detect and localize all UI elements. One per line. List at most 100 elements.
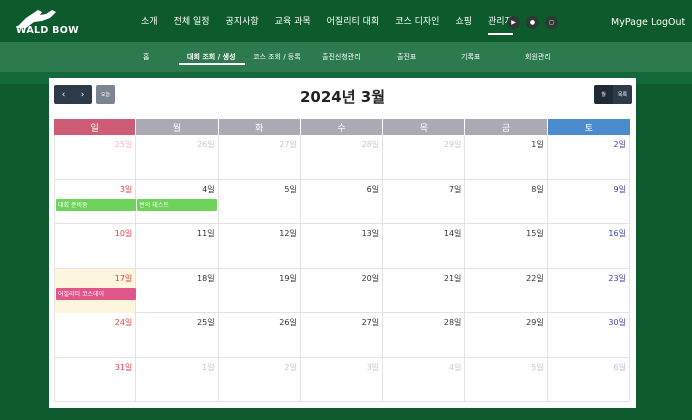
calendar-day-cell[interactable]: 20일 — [301, 268, 384, 313]
nav-item-agility[interactable]: 어질리티 대회 — [327, 14, 380, 30]
calendar-day-cell[interactable]: 3일 — [301, 357, 384, 402]
brand-name[interactable]: WALD BOW — [16, 25, 79, 36]
nav-item-notice[interactable]: 공지사항 — [226, 14, 259, 30]
day-number: 12일 — [279, 229, 297, 238]
calendar-day-cell[interactable]: 27일 — [219, 135, 301, 180]
day-number: 2일 — [613, 140, 626, 149]
calendar-day-cell[interactable]: 19일 — [219, 268, 301, 313]
calendar-day-cell[interactable]: 31일 — [54, 357, 137, 402]
subnav-competition[interactable]: 대회 조회 / 생성 — [187, 52, 236, 62]
calendar-day-cell[interactable]: 25일 — [136, 313, 219, 358]
subnav-records[interactable]: 기록표 — [461, 52, 480, 62]
calendar-day-cell[interactable]: 2일 — [548, 135, 630, 180]
calendar-week-row: 25일 26일 27일 28일 29일 1일 2일 — [54, 135, 630, 180]
calendar-day-cell[interactable]: 6일 — [548, 357, 630, 402]
day-number: 26일 — [197, 140, 215, 149]
calendar-event[interactable]: 대회 준비중 — [56, 198, 136, 211]
calendar-day-cell[interactable]: 25일 — [54, 135, 137, 180]
day-number: 17일 — [114, 273, 133, 283]
calendar-day-cell[interactable]: 27일 — [301, 313, 384, 358]
calendar-day-cell[interactable]: 7일 — [383, 179, 466, 224]
subnav-course[interactable]: 코스 조회 / 등록 — [253, 52, 301, 62]
day-number: 3일 — [119, 184, 133, 194]
calendar-day-cell[interactable]: 18일 — [136, 268, 219, 313]
subnav-home[interactable]: 홈 — [143, 52, 149, 62]
day-number: 18일 — [197, 273, 215, 283]
top-navigation-bar: WALD BOW 소개 전체 일정 공지사항 교육 과목 어질리티 대회 코스 … — [0, 0, 692, 42]
subnav-active-indicator — [179, 63, 245, 65]
nav-item-courses[interactable]: 교육 과목 — [275, 14, 311, 30]
calendar-day-cell[interactable]: 1일 — [465, 135, 548, 180]
calendar-day-cell[interactable]: 11일 — [136, 224, 219, 269]
calendar-event[interactable]: 번의 테스트 — [137, 198, 218, 211]
month-view-button[interactable]: 월 — [594, 85, 613, 104]
day-number: 9일 — [613, 184, 626, 194]
calendar-day-cell[interactable]: 1일 — [136, 357, 219, 402]
day-number: 1일 — [531, 140, 544, 149]
calendar-day-cell[interactable]: 3일대회 준비중 — [54, 179, 137, 224]
subnav-members[interactable]: 회원관리 — [525, 52, 551, 62]
calendar-day-cell[interactable]: 9일 — [548, 179, 630, 224]
subnav-entry-manage[interactable]: 출진신청관리 — [322, 52, 361, 62]
calendar-day-cell[interactable]: 22일 — [465, 268, 548, 313]
calendar-day-cell[interactable]: 6일 — [301, 179, 384, 224]
weekday-header-cell: 토 — [547, 119, 630, 135]
day-number: 10일 — [114, 229, 133, 238]
list-view-button[interactable]: 목록 — [613, 85, 632, 104]
calendar-day-cell[interactable]: 24일 — [54, 313, 137, 358]
logout-link[interactable]: LogOut — [651, 17, 685, 28]
youtube-icon[interactable]: ▶ — [507, 16, 520, 29]
day-number: 30일 — [608, 318, 626, 327]
calendar-day-cell[interactable]: 8일 — [465, 179, 548, 224]
calendar-day-cell[interactable]: 26일 — [136, 135, 219, 180]
calendar-day-cell[interactable]: 23일 — [548, 268, 630, 313]
calendar-day-cell[interactable]: 29일 — [383, 135, 466, 180]
calendar-day-cell[interactable]: 26일 — [219, 313, 301, 358]
calendar-event[interactable]: 어질리티 코스데이 — [56, 287, 136, 300]
nav-item-shop[interactable]: 쇼핑 — [455, 14, 472, 30]
nav-item-course-design[interactable]: 코스 디자인 — [395, 14, 439, 30]
day-number: 5일 — [284, 184, 297, 194]
calendar-day-cell[interactable]: 28일 — [383, 313, 466, 358]
calendar-day-cell[interactable]: 4일 번의 테스트 — [136, 179, 219, 224]
calendar-week-row: 17일어질리티 코스데이 18일 19일 20일 21일 22일 23일 — [54, 268, 630, 313]
calendar-day-cell[interactable]: 17일어질리티 코스데이 — [54, 268, 137, 313]
calendar-week-row: 31일 1일 2일 3일 4일 5일 6일 — [54, 357, 630, 402]
calendar-day-cell[interactable]: 4일 — [383, 357, 466, 402]
calendar-title: 2024년 3월 — [299, 88, 385, 106]
calendar-day-cell[interactable]: 15일 — [465, 224, 548, 269]
calendar-day-cell[interactable]: 2일 — [219, 357, 301, 402]
instagram-icon[interactable]: ◻ — [545, 16, 558, 29]
weekday-header-cell: 금 — [465, 119, 548, 135]
calendar-day-cell[interactable]: 16일 — [548, 224, 630, 269]
subnav-entry-table[interactable]: 출진표 — [397, 52, 416, 62]
day-number: 8일 — [531, 184, 544, 194]
calendar-day-cell[interactable]: 28일 — [301, 135, 384, 180]
nav-item-intro[interactable]: 소개 — [141, 14, 158, 30]
calendar-day-cell[interactable]: 13일 — [301, 224, 384, 269]
mypage-link[interactable]: MyPage — [611, 17, 648, 28]
calendar-panel: ‹ › 오늘 2024년 3월 월 목록 일월화수목금토 25일 26일 27일 28… — [49, 78, 636, 408]
day-number: 19일 — [279, 273, 297, 283]
nav-item-schedule[interactable]: 전체 일정 — [174, 14, 210, 30]
weekday-header-cell: 월 — [136, 119, 219, 135]
main-nav: 소개 전체 일정 공지사항 교육 과목 어질리티 대회 코스 디자인 쇼핑 관리… — [141, 14, 529, 35]
calendar-day-cell[interactable]: 29일 — [465, 313, 548, 358]
kakao-icon[interactable]: ● — [526, 16, 539, 29]
calendar-day-cell[interactable]: 14일 — [383, 224, 466, 269]
calendar-day-cell[interactable]: 5일 — [465, 357, 548, 402]
weekday-header-cell: 목 — [383, 119, 466, 135]
calendar-grid: 일월화수목금토 25일 26일 27일 28일 29일 1일 2일 3일 대회 준비중 4일 번의 … — [54, 119, 630, 402]
day-number: 31일 — [114, 362, 133, 372]
day-number: 26일 — [279, 318, 297, 327]
day-number: 25일 — [114, 140, 133, 149]
day-number: 28일 — [443, 318, 462, 327]
calendar-day-cell[interactable]: 30일 — [548, 313, 630, 358]
calendar-day-cell[interactable]: 10일 — [54, 224, 137, 269]
day-number: 14일 — [443, 229, 462, 238]
day-number: 6일 — [613, 362, 626, 372]
calendar-day-cell[interactable]: 21일 — [383, 268, 466, 313]
calendar-week-row: 3일대회 준비중 4일 번의 테스트 5일 6일 7일 8일 9일 — [54, 179, 630, 224]
calendar-day-cell[interactable]: 12일 — [219, 224, 301, 269]
calendar-day-cell[interactable]: 5일 — [219, 179, 301, 224]
